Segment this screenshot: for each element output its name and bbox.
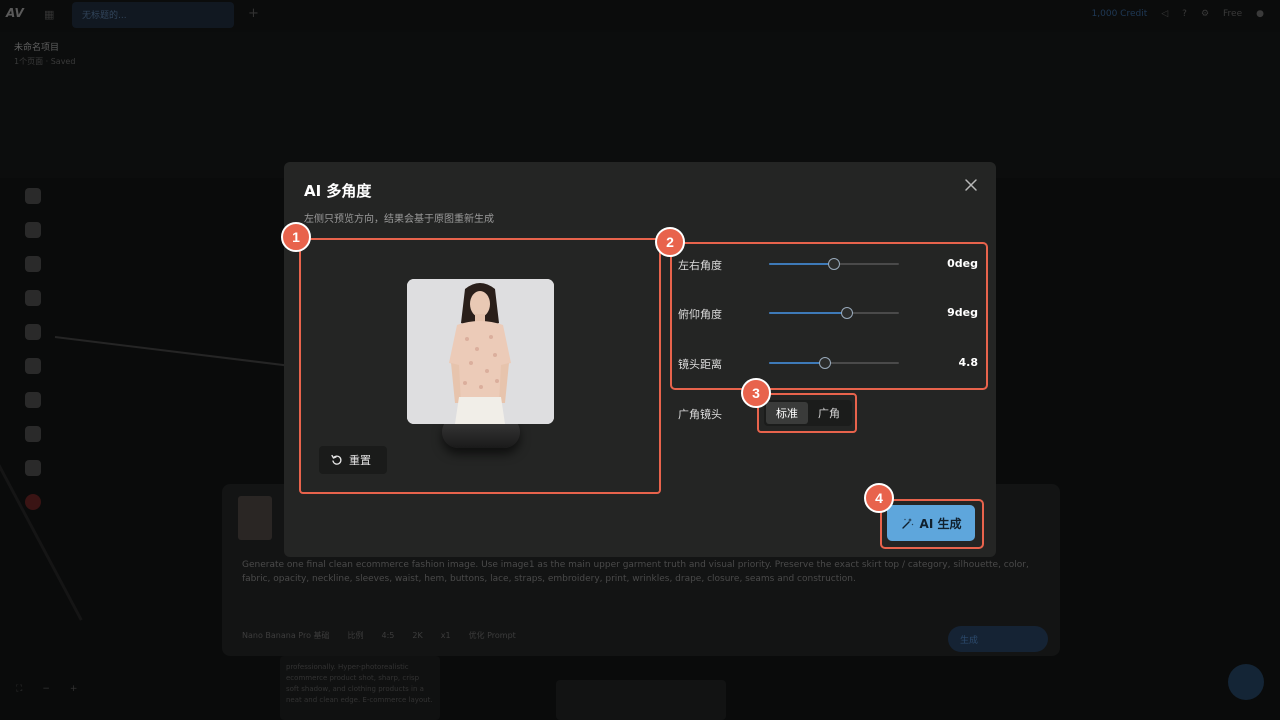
horizontal-angle-slider[interactable] [769,258,899,270]
credit-badge[interactable]: 1,000 Credit [1092,9,1148,19]
tab-label: 无标题的... [82,11,127,21]
ai-generate-button[interactable]: AI 生成 [887,505,975,541]
close-icon [965,179,977,191]
horizontal-angle-slider-row: 左右角度 0deg [678,254,978,274]
assistant-button[interactable] [1228,664,1264,700]
zoom-in-icon[interactable]: + [70,684,78,694]
slider-thumb[interactable] [828,258,840,270]
layers-tool-icon[interactable] [25,256,41,272]
grid-icon[interactable]: ▦ [44,8,54,21]
pitch-angle-slider-row: 俯仰角度 9deg [678,303,978,323]
plan-label[interactable]: Free [1223,9,1242,19]
resolution-selector[interactable]: 2K [412,631,422,640]
step-badge-1: 1 [281,222,311,252]
image-tool-icon[interactable] [25,426,41,442]
close-button[interactable] [962,176,980,194]
lens-option-wide[interactable]: 广角 [808,402,850,424]
wide-lens-label: 广角镜头 [678,408,722,421]
search-tool-icon[interactable] [25,222,41,238]
document-tab[interactable]: 无标题的... [72,2,234,28]
top-bar: AV ▦ 无标题的... + 1,000 Credit ◁ ? ⚙ Free ● [0,0,1280,32]
dialog-title: AI 多角度 [304,182,372,200]
camera-distance-slider[interactable] [769,357,899,369]
magic-wand-icon [901,517,914,529]
ratio-value[interactable]: 4:5 [382,631,395,640]
dialog-subtitle: 左侧只预览方向，结果会基于原图重新生成 [304,214,494,225]
play-tool-icon[interactable] [25,460,41,476]
left-toolbar [16,188,50,518]
record-tool-icon[interactable] [25,494,41,510]
model-selector[interactable]: Nano Banana Pro 基础 [242,630,330,641]
zoom-out-icon[interactable]: − [42,684,50,694]
prompt-controls: Nano Banana Pro 基础 比例 4:5 2K x1 优化 Promp… [242,630,516,641]
upload-tool-icon[interactable] [25,358,41,374]
cursor-tool-icon[interactable] [25,188,41,204]
pitch-angle-slider[interactable] [769,307,899,319]
slider-label: 镜头距离 [678,358,722,371]
send-button[interactable]: 生成 [948,626,1048,652]
step-badge-4: 4 [864,483,894,513]
camera-distance-slider-row: 镜头距离 4.8 [678,353,978,373]
slider-label: 左右角度 [678,259,722,272]
step-badge-2: 2 [655,227,685,257]
slider-fill [769,312,847,314]
slider-fill [769,263,834,265]
slider-thumb[interactable] [818,357,831,369]
undo-tool-icon[interactable] [25,290,41,306]
prompt-text[interactable]: Generate one final clean ecommerce fashi… [242,558,1042,586]
slider-value: 9deg [947,306,978,319]
canvas-text-card[interactable]: professionally. Hyper-photorealistic eco… [280,656,440,720]
top-right-actions: 1,000 Credit ◁ ? ⚙ Free ● [1092,9,1280,19]
project-meta: 1个页面 · Saved [14,57,76,66]
step-badge-3: 3 [741,378,771,408]
annotation-box-1 [299,238,661,494]
app-logo: AV [6,6,24,20]
lens-option-standard[interactable]: 标准 [766,402,808,424]
ai-generate-label: AI 生成 [919,516,962,531]
send-icon[interactable]: ◁ [1161,9,1168,19]
angle-preview[interactable]: 重置 [298,238,664,494]
ratio-selector[interactable]: 比例 [348,630,364,641]
optimize-prompt-toggle[interactable]: 优化 Prompt [469,630,516,641]
bottom-controls: ⛶ − + [16,684,77,694]
reference-thumbnail[interactable] [238,496,272,540]
settings-icon[interactable]: ⚙ [1201,9,1209,19]
user-avatar-icon[interactable]: ● [1256,9,1264,19]
project-name[interactable]: 未命名项目 [14,40,59,53]
add-tab-icon[interactable]: + [248,6,259,21]
brush-tool-icon[interactable] [25,324,41,340]
slider-value: 4.8 [958,356,979,369]
slider-value: 0deg [947,257,978,270]
fit-icon[interactable]: ⛶ [16,684,22,694]
help-icon[interactable]: ? [1182,9,1187,19]
slider-thumb[interactable] [841,307,853,319]
canvas-image-card[interactable] [556,680,726,720]
slider-fill [769,362,825,364]
wide-lens-toggle: 标准 广角 [764,400,852,426]
count-selector[interactable]: x1 [441,631,451,640]
folder-tool-icon[interactable] [25,392,41,408]
send-label: 生成 [960,636,979,646]
slider-label: 俯仰角度 [678,308,722,321]
